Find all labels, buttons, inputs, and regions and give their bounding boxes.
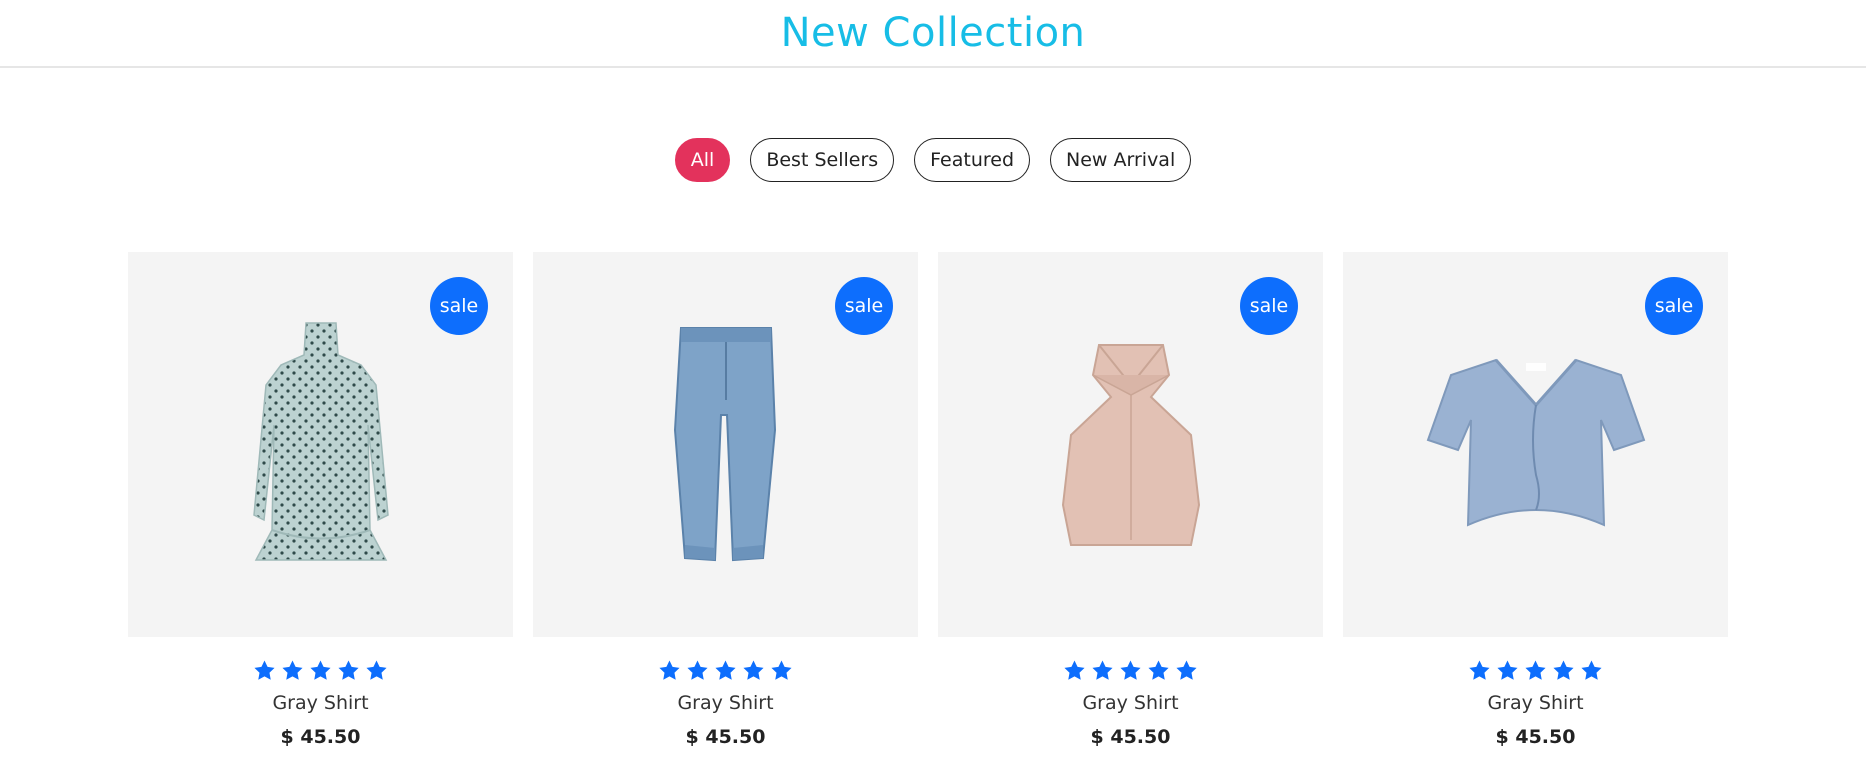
star-icon bbox=[771, 660, 792, 680]
rating-stars bbox=[533, 659, 918, 682]
star-icon bbox=[366, 660, 387, 680]
star-icon bbox=[1553, 660, 1574, 680]
rating-stars bbox=[938, 659, 1323, 682]
star-icon bbox=[715, 660, 736, 680]
polka-dot-dress-icon bbox=[252, 321, 389, 561]
star-icon bbox=[254, 660, 275, 680]
star-icon bbox=[1064, 660, 1085, 680]
sale-badge: sale bbox=[1240, 277, 1298, 335]
filter-new-arrival[interactable]: New Arrival bbox=[1050, 138, 1192, 182]
product-price: $ 45.50 bbox=[685, 726, 766, 748]
product-card[interactable]: sale Gray Shirt $ 45.50 bbox=[1343, 252, 1728, 748]
product-name[interactable]: Gray Shirt bbox=[533, 692, 918, 714]
page-header: New Collection bbox=[0, 0, 1866, 68]
product-card[interactable]: sale Gray Shirt $ 45.50 bbox=[938, 252, 1323, 748]
star-icon bbox=[1525, 660, 1546, 680]
product-name[interactable]: Gray Shirt bbox=[938, 692, 1323, 714]
star-icon bbox=[659, 660, 680, 680]
product-image[interactable]: sale bbox=[128, 252, 513, 637]
product-price: $ 45.50 bbox=[1495, 726, 1576, 748]
crop-tshirt-icon bbox=[1426, 358, 1645, 527]
star-icon bbox=[1148, 660, 1169, 680]
star-icon bbox=[1581, 660, 1602, 680]
sale-badge: sale bbox=[1645, 277, 1703, 335]
product-image[interactable]: sale bbox=[1343, 252, 1728, 637]
product-name[interactable]: Gray Shirt bbox=[128, 692, 513, 714]
filter-all[interactable]: All bbox=[674, 138, 731, 182]
product-grid: sale Gray Shirt $ 45.50 sale Gray Shirt … bbox=[128, 252, 1866, 748]
star-icon bbox=[1092, 660, 1113, 680]
star-icon bbox=[1469, 660, 1490, 680]
star-icon bbox=[1120, 660, 1141, 680]
sale-badge: sale bbox=[430, 277, 488, 335]
rating-stars bbox=[128, 659, 513, 682]
filter-best-sellers[interactable]: Best Sellers bbox=[750, 138, 895, 182]
halter-top-icon bbox=[1061, 343, 1200, 546]
product-card[interactable]: sale Gray Shirt $ 45.50 bbox=[128, 252, 513, 748]
sale-badge: sale bbox=[835, 277, 893, 335]
star-icon bbox=[1176, 660, 1197, 680]
star-icon bbox=[687, 660, 708, 680]
page-title: New Collection bbox=[780, 10, 1086, 56]
rating-stars bbox=[1343, 659, 1728, 682]
jeans-icon bbox=[673, 326, 776, 561]
product-price: $ 45.50 bbox=[280, 726, 361, 748]
star-icon bbox=[310, 660, 331, 680]
product-image[interactable]: sale bbox=[938, 252, 1323, 637]
filter-featured[interactable]: Featured bbox=[914, 138, 1031, 182]
product-image[interactable]: sale bbox=[533, 252, 918, 637]
product-price: $ 45.50 bbox=[1090, 726, 1171, 748]
filter-bar: All Best Sellers Featured New Arrival bbox=[0, 138, 1866, 182]
star-icon bbox=[1497, 660, 1518, 680]
star-icon bbox=[743, 660, 764, 680]
product-name[interactable]: Gray Shirt bbox=[1343, 692, 1728, 714]
star-icon bbox=[282, 660, 303, 680]
product-card[interactable]: sale Gray Shirt $ 45.50 bbox=[533, 252, 918, 748]
star-icon bbox=[338, 660, 359, 680]
